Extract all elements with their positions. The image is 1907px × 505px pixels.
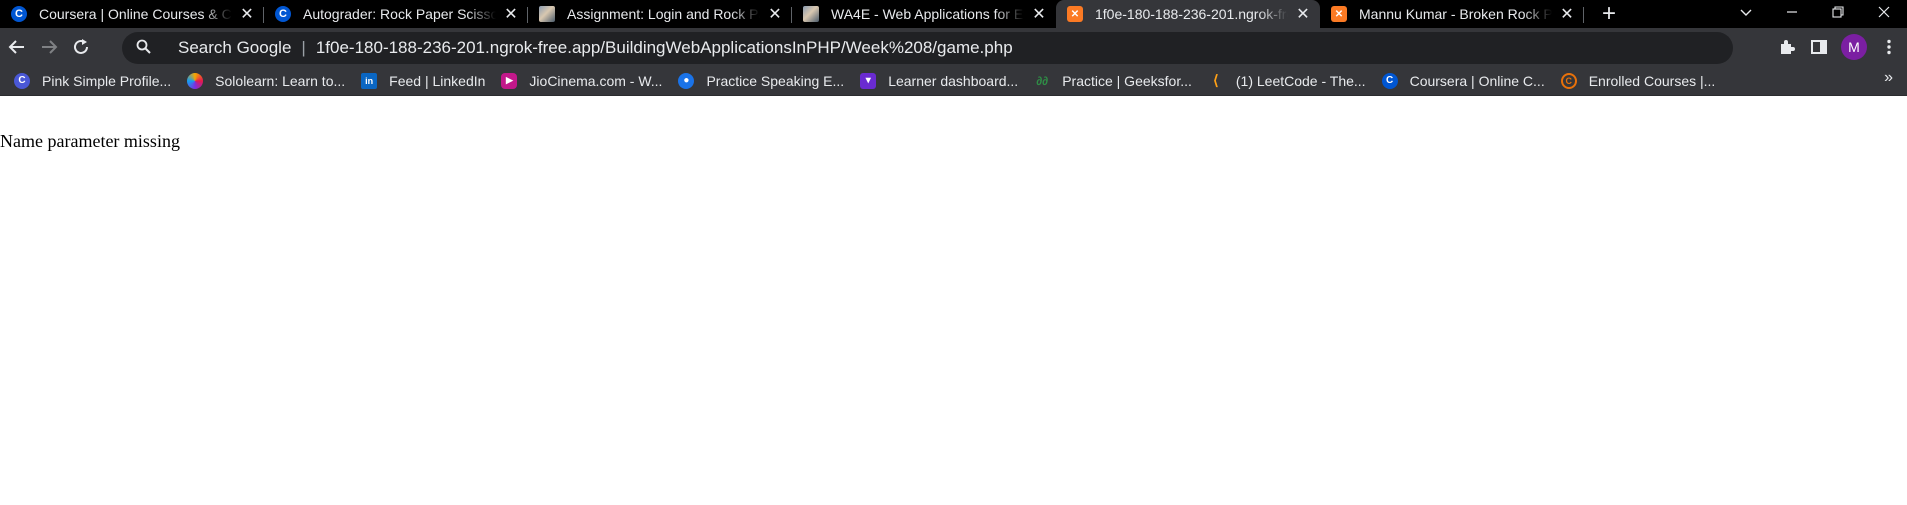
url-text[interactable]: 1f0e-180-188-236-201.ngrok-free.app/Buil… [316, 38, 1013, 58]
search-engine-label: Search Google [178, 38, 292, 57]
practice-speaking-icon: ● [678, 72, 695, 89]
bookmark-item[interactable]: ▾ Learner dashboard... [852, 69, 1026, 93]
linkedin-icon: in [361, 72, 378, 89]
enrolled-courses-icon: C [1560, 72, 1577, 89]
bookmark-label: Pink Simple Profile... [42, 72, 172, 89]
tab-title: Coursera | Online Courses & Credentials … [39, 6, 232, 22]
tab-title: Mannu Kumar - Broken Rock Paper Scissors [1359, 6, 1552, 22]
pink-profile-icon: C [14, 72, 30, 89]
close-window-button[interactable] [1861, 0, 1907, 24]
profile-avatar[interactable]: M [1841, 34, 1867, 60]
bookmark-label: Feed | LinkedIn [389, 72, 486, 89]
bookmark-label: JioCinema.com - W... [529, 72, 663, 89]
side-panel-icon [1811, 40, 1827, 54]
site-image-icon [539, 6, 555, 22]
close-icon[interactable]: ✕ [238, 5, 256, 23]
page-content: Name parameter missing [0, 97, 1907, 505]
bookmark-label: (1) LeetCode - The... [1235, 72, 1366, 89]
site-image-icon [803, 6, 819, 22]
bookmark-item[interactable]: ∂∂ Practice | Geeksfor... [1026, 69, 1200, 93]
bookmark-item[interactable]: C Coursera | Online C... [1374, 69, 1553, 93]
reload-icon [74, 39, 88, 54]
kebab-menu-icon [1887, 39, 1891, 55]
xampp-icon: ✕ [1331, 6, 1347, 22]
arrow-left-icon [8, 40, 24, 54]
bookmark-item[interactable]: ⟨ (1) LeetCode - The... [1200, 69, 1374, 93]
close-icon[interactable]: ✕ [766, 5, 784, 23]
coursera-icon: C [275, 6, 291, 22]
tab-title: WA4E - Web Applications for Everybody [831, 6, 1024, 22]
side-panel-button[interactable] [1803, 31, 1835, 63]
back-button[interactable] [1, 31, 33, 63]
tab-search-button[interactable] [1723, 0, 1769, 24]
new-tab-button[interactable]: + [1594, 0, 1624, 28]
extensions-button[interactable] [1771, 31, 1803, 63]
minimize-icon [1787, 11, 1797, 13]
bookmark-item[interactable]: ● Practice Speaking E... [670, 69, 852, 93]
menu-button[interactable] [1873, 31, 1905, 63]
bookmark-label: Practice | Geeksfor... [1062, 72, 1192, 89]
close-icon [1878, 6, 1890, 18]
jiocinema-icon: ▶ [501, 72, 518, 89]
tab-mannu-kumar[interactable]: ✕ Mannu Kumar - Broken Rock Paper Scisso… [1320, 0, 1584, 28]
bookmark-label: Enrolled Courses |... [1588, 72, 1716, 89]
close-icon[interactable]: ✕ [1030, 5, 1048, 23]
sololearn-icon [187, 72, 204, 89]
bookmark-item[interactable]: in Feed | LinkedIn [353, 69, 493, 93]
double-chevron-right-icon: » [1884, 69, 1893, 86]
leetcode-icon: ⟨ [1213, 72, 1219, 88]
search-icon [136, 39, 160, 58]
forward-button[interactable] [33, 31, 65, 63]
restore-icon [1832, 6, 1844, 18]
toolbar-right: M [1771, 31, 1907, 63]
bookmark-label: Sololearn: Learn to... [215, 72, 346, 89]
bookmark-item[interactable]: ▶ JioCinema.com - W... [493, 69, 670, 93]
close-icon[interactable]: ✕ [1294, 5, 1312, 23]
xampp-icon: ✕ [1067, 6, 1083, 22]
bookmark-label: Coursera | Online C... [1409, 72, 1545, 89]
tab-list: C Coursera | Online Courses & Credential… [0, 0, 1584, 28]
chevron-down-icon [1740, 9, 1752, 16]
tab-strip: C Coursera | Online Courses & Credential… [0, 0, 1907, 28]
tab-title: Assignment: Login and Rock Paper Scissor… [567, 6, 760, 22]
bookmark-item[interactable]: Sololearn: Learn to... [179, 69, 353, 93]
learner-dashboard-icon: ▾ [860, 72, 877, 89]
restore-button[interactable] [1815, 0, 1861, 24]
close-icon[interactable]: ✕ [1558, 5, 1576, 23]
tab-assignment[interactable]: Assignment: Login and Rock Paper Scissor… [528, 0, 792, 28]
plus-icon: + [1601, 0, 1616, 27]
window-controls [1723, 0, 1907, 28]
coursera-icon: C [11, 6, 27, 22]
bookmark-item[interactable]: C Pink Simple Profile... [6, 69, 179, 93]
error-message: Name parameter missing [0, 131, 180, 151]
bookmark-label: Learner dashboard... [888, 72, 1019, 89]
tab-wa4e[interactable]: WA4E - Web Applications for Everybody ✕ [792, 0, 1056, 28]
tab-separator [1583, 7, 1584, 23]
arrow-right-icon [42, 40, 58, 54]
coursera-icon: C [1381, 72, 1398, 89]
tab-title: 1f0e-180-188-236-201.ngrok-free.app [1095, 6, 1288, 22]
omnibox-divider: | [301, 38, 306, 57]
tab-title: Autograder: Rock Paper Scissors [303, 6, 496, 22]
more-bookmarks-button[interactable]: » [1884, 69, 1893, 87]
address-bar[interactable]: Search Google | 1f0e-180-188-236-201.ngr… [122, 32, 1733, 64]
puzzle-icon [1781, 40, 1795, 54]
geeksforgeeks-icon: ∂∂ [1036, 73, 1049, 88]
bookmark-label: Practice Speaking E... [706, 72, 845, 89]
tab-ngrok-active[interactable]: ✕ 1f0e-180-188-236-201.ngrok-free.app ✕ [1056, 0, 1320, 28]
browser-toolbar: Search Google | 1f0e-180-188-236-201.ngr… [0, 28, 1907, 66]
tab-autograder[interactable]: C Autograder: Rock Paper Scissors ✕ [264, 0, 528, 28]
bookmark-item[interactable]: C Enrolled Courses |... [1553, 69, 1724, 93]
close-icon[interactable]: ✕ [502, 5, 520, 23]
tab-coursera[interactable]: C Coursera | Online Courses & Credential… [0, 0, 264, 28]
bookmarks-bar: C Pink Simple Profile... Sololearn: Lear… [0, 66, 1907, 96]
minimize-button[interactable] [1769, 0, 1815, 24]
reload-button[interactable] [65, 31, 97, 63]
